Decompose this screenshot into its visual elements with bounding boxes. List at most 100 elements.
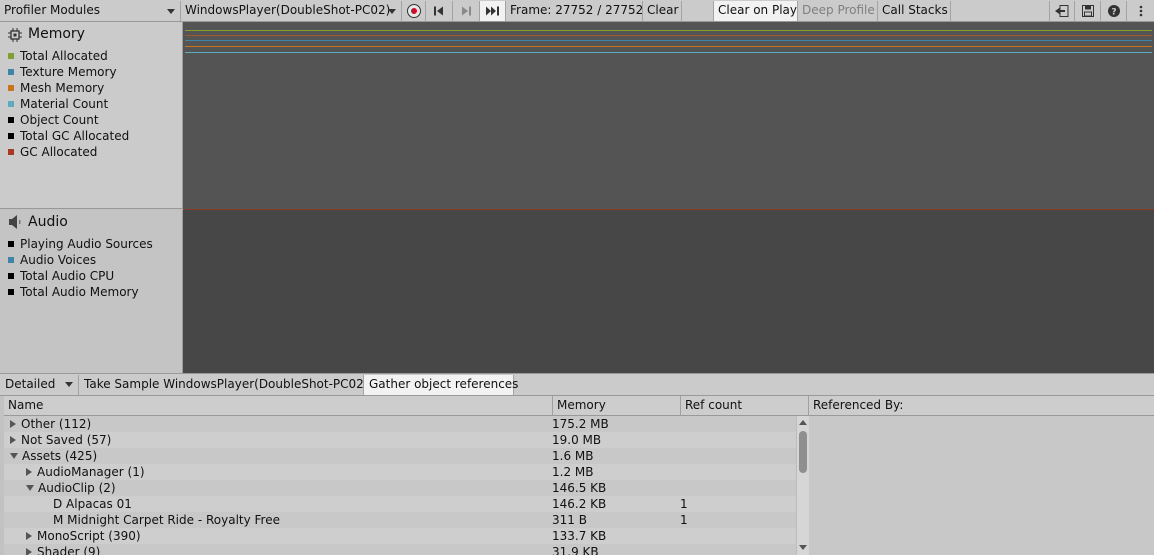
more-menu-icon	[1139, 5, 1142, 17]
legend-item[interactable]: GC Allocated	[8, 144, 183, 160]
table-row[interactable]: AudioClip (2) 146.5 KB	[4, 480, 796, 496]
gather-object-references-toggle[interactable]: Gather object references	[364, 375, 518, 395]
call-stacks-toggle[interactable]: Call Stacks	[878, 1, 951, 21]
table-row[interactable]: MonoScript (390) 133.7 KB	[4, 528, 796, 544]
save-icon	[1081, 5, 1094, 17]
last-frame-icon	[485, 6, 499, 16]
expanded-arrow-icon[interactable]	[10, 453, 18, 459]
more-menu-button[interactable]	[1127, 1, 1154, 21]
legend-label: Mesh Memory	[20, 81, 105, 95]
record-button[interactable]	[402, 1, 426, 21]
load-button[interactable]	[1049, 1, 1075, 21]
scrollbar-thumb[interactable]	[799, 431, 807, 473]
collapsed-arrow-icon[interactable]	[26, 468, 32, 476]
last-frame-button[interactable]	[480, 1, 506, 21]
table-row[interactable]: M Midnight Carpet Ride - Royalty Free 311…	[4, 512, 796, 528]
row-memory: 175.2 MB	[552, 417, 609, 431]
memory-module-panel[interactable]: Memory Total Allocated Texture Memory Mesh…	[0, 22, 183, 209]
audio-module-panel[interactable]: Audio Playing Audio Sources Audio Voices T…	[0, 210, 183, 373]
save-button[interactable]	[1075, 1, 1101, 21]
table-row[interactable]: Not Saved (57) 19.0 MB	[4, 432, 796, 448]
legend-item[interactable]: Mesh Memory	[8, 80, 183, 96]
legend-item[interactable]: Total Audio CPU	[8, 268, 183, 284]
legend-item[interactable]: Total Audio Memory	[8, 284, 183, 300]
legend-label: GC Allocated	[20, 145, 98, 159]
deep-profile-label: Deep Profile	[802, 3, 875, 17]
row-name: Other (112)	[21, 417, 92, 431]
column-header-memory[interactable]: Memory	[553, 396, 681, 416]
audio-legend: Playing Audio Sources Audio Voices Total A…	[8, 236, 183, 300]
clear-button[interactable]: Clear	[643, 1, 682, 21]
row-name: Assets (425)	[22, 449, 98, 463]
audio-chart[interactable]	[183, 210, 1154, 373]
table-row[interactable]: Shader (9) 31.9 KB	[4, 544, 796, 555]
legend-item[interactable]: Texture Memory	[8, 64, 183, 80]
table-row[interactable]: AudioManager (1) 1.2 MB	[4, 464, 796, 480]
view-mode-dropdown[interactable]: Detailed	[0, 375, 79, 395]
collapsed-arrow-icon[interactable]	[26, 532, 32, 540]
view-mode-label: Detailed	[5, 377, 56, 391]
legend-item[interactable]: Object Count	[8, 112, 183, 128]
legend-label: Total Audio CPU	[20, 269, 115, 283]
legend-color-swatch	[8, 149, 14, 155]
collapsed-arrow-icon[interactable]	[10, 420, 16, 428]
referenced-by-header: Referenced By:	[809, 396, 1154, 416]
target-player-dropdown[interactable]: WindowsPlayer(DoubleShot-PC02)	[181, 1, 402, 21]
scroll-down-icon[interactable]	[799, 545, 807, 550]
help-icon: ?	[1107, 5, 1120, 18]
row-memory: 31.9 KB	[552, 545, 599, 555]
legend-label: Object Count	[20, 113, 99, 127]
legend-item[interactable]: Playing Audio Sources	[8, 236, 183, 252]
legend-item[interactable]: Total Allocated	[8, 48, 183, 64]
table-row[interactable]: Assets (425) 1.6 MB	[4, 448, 796, 464]
clear-on-play-label: Clear on Play	[718, 3, 797, 17]
expanded-arrow-icon[interactable]	[26, 485, 34, 491]
deep-profile-toggle[interactable]: Deep Profile	[798, 1, 878, 21]
take-sample-button[interactable]: Take Sample WindowsPlayer(DoubleShot-PC0…	[79, 375, 369, 395]
clear-on-play-toggle[interactable]: Clear on Play	[714, 1, 798, 21]
memory-tree-view: Name Memory Ref count Other (112) 175.2 M…	[4, 396, 809, 555]
memory-chart-lines	[185, 30, 1152, 53]
collapsed-arrow-icon[interactable]	[26, 548, 32, 555]
chevron-down-icon	[167, 9, 175, 14]
next-frame-button[interactable]	[453, 1, 480, 21]
legend-item[interactable]: Total GC Allocated	[8, 128, 183, 144]
toolbar-spacer	[682, 1, 714, 21]
table-row[interactable]: Other (112) 175.2 MB	[4, 416, 796, 432]
chevron-down-icon	[65, 382, 73, 387]
legend-item[interactable]: Audio Voices	[8, 252, 183, 268]
svg-text:?: ?	[1111, 8, 1116, 18]
target-player-label: WindowsPlayer(DoubleShot-PC02)	[185, 3, 391, 17]
gather-object-references-label: Gather object references	[369, 377, 519, 391]
scroll-up-icon[interactable]	[799, 420, 807, 425]
row-name-cell: M Midnight Carpet Ride - Royalty Free	[4, 512, 552, 528]
load-icon	[1055, 5, 1069, 17]
frame-counter: Frame: 27752 / 27752	[506, 1, 643, 21]
legend-label: Audio Voices	[20, 253, 97, 267]
row-memory: 146.2 KB	[552, 497, 607, 511]
profiler-modules-dropdown[interactable]: Profiler Modules	[0, 1, 181, 21]
table-row[interactable]: D Alpacas 01 146.2 KB 1	[4, 496, 796, 512]
row-memory: 133.7 KB	[552, 529, 607, 543]
row-name: M Midnight Carpet Ride - Royalty Free	[53, 513, 280, 527]
legend-color-swatch	[8, 69, 14, 75]
previous-frame-button[interactable]	[426, 1, 453, 21]
memory-chart[interactable]	[183, 22, 1154, 209]
help-button[interactable]: ?	[1101, 1, 1127, 21]
tree-scrollbar[interactable]	[796, 416, 809, 555]
tree-rows: Other (112) 175.2 MB Not Saved (57) 19.0 MB…	[4, 416, 796, 555]
row-name: D Alpacas 01	[53, 497, 132, 511]
legend-color-swatch	[8, 101, 14, 107]
legend-item[interactable]: Material Count	[8, 96, 183, 112]
legend-color-swatch	[8, 273, 14, 279]
legend-color-swatch	[8, 133, 14, 139]
row-name: Shader (9)	[37, 545, 101, 555]
legend-label: Texture Memory	[20, 65, 117, 79]
speaker-icon	[9, 215, 21, 229]
column-header-ref-count[interactable]: Ref count	[681, 396, 809, 416]
previous-frame-icon	[434, 6, 443, 16]
column-header-name[interactable]: Name	[4, 396, 553, 416]
legend-label: Total Audio Memory	[20, 285, 139, 299]
collapsed-arrow-icon[interactable]	[10, 436, 16, 444]
next-frame-icon	[462, 6, 471, 16]
